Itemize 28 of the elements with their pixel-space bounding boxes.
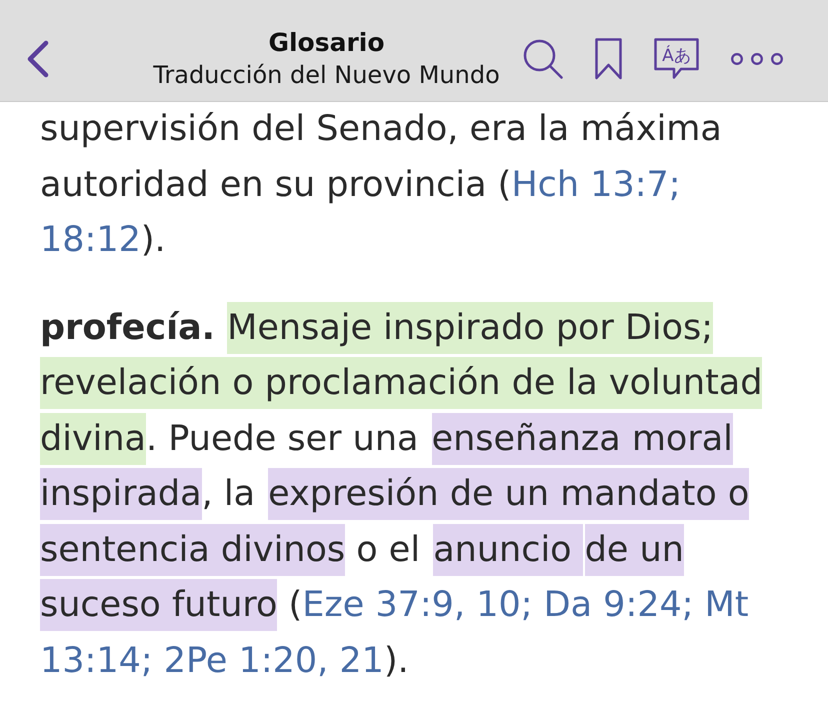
bookmark-button[interactable] bbox=[595, 38, 622, 80]
more-button[interactable] bbox=[731, 52, 783, 64]
highlighted-text: anuncio bbox=[433, 524, 583, 576]
search-button[interactable] bbox=[523, 38, 563, 78]
speech-bubble-icon bbox=[654, 38, 699, 79]
highlighted-text: Mensaje inspirado por Dios; bbox=[227, 302, 714, 354]
highlighted-text: divina bbox=[40, 412, 146, 464]
back-button[interactable] bbox=[26, 40, 50, 78]
translate-button[interactable]: Áあ bbox=[654, 38, 699, 79]
highlighted-text: sentencia divinos bbox=[40, 524, 346, 576]
page-title: Glosario bbox=[268, 26, 385, 58]
scripture-link[interactable]: Hch 13:7; bbox=[511, 164, 681, 204]
glossary-text: profecía. Mensaje inspirado por Dios; revelación o proclamación de la voluntad divina. Puede ser una enseñanza moral inspirada, la expresión de un mandato o sentencia divinos o el anuncio de un suceso futuro (Eze 37:9, 10; Da 9:24; Mt 13:14; 2Pe 1:20, 21). bbox=[40, 300, 788, 689]
bookmark-icon bbox=[595, 38, 622, 80]
highlighted-text: enseñanza moral bbox=[432, 412, 733, 464]
highlighted-text: de un bbox=[584, 524, 684, 576]
highlighted-text: inspirada bbox=[40, 468, 202, 520]
glossary-text: supervisión del Senado, era la máxima autoridad en su provincia (Hch 13:7; 18:12). bbox=[40, 108, 723, 262]
more-icon bbox=[731, 52, 783, 64]
highlighted-text: expresión de un mandato o bbox=[268, 468, 750, 520]
search-icon bbox=[523, 38, 563, 78]
scripture-link[interactable]: 18:12 bbox=[40, 220, 141, 260]
highlighted-text: suceso futuro bbox=[40, 579, 278, 631]
scripture-link[interactable]: Eze 37:9, 10; Da 9:24; Mt bbox=[302, 585, 749, 625]
scripture-link[interactable]: 13:14; 2Pe 1:20, 21 bbox=[40, 640, 384, 680]
chevron-left-icon bbox=[26, 40, 50, 78]
highlighted-text: revelación o proclamación de la voluntad bbox=[40, 357, 762, 409]
page-subtitle: Traducción del Nuevo Mundo bbox=[153, 60, 500, 90]
